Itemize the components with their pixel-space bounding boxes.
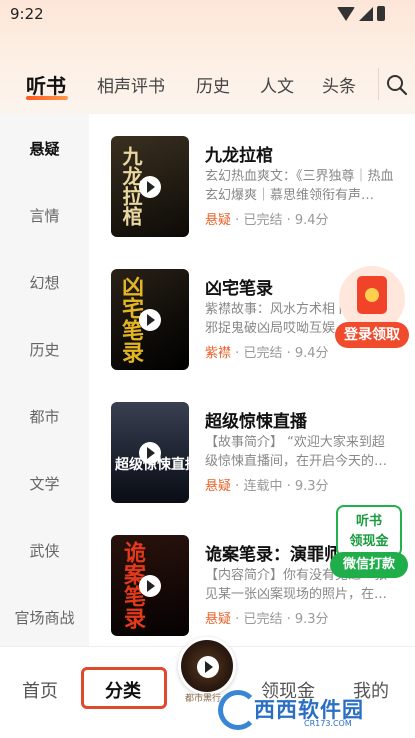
play-icon[interactable] [139, 309, 161, 331]
tab-history[interactable]: 历史 [196, 72, 230, 97]
status-time: 9:22 [10, 5, 44, 23]
book-description: 玄幻热血爽文：《三界独尊｜热血玄幻爆爽｜慕思维领衔有声… [205, 169, 394, 203]
book-tag: 悬疑 [205, 479, 232, 494]
book-status: 已完结 [243, 213, 283, 228]
book-score: 9.3分 [294, 479, 329, 494]
play-icon[interactable] [139, 575, 161, 597]
book-cover[interactable]: 超级惊悚直播 [111, 402, 189, 503]
book-cover[interactable]: 九龙拉棺 [111, 136, 189, 237]
book-meta: 悬疑 · 已完结 · 9.3分 [205, 612, 329, 627]
tab-listen[interactable]: 听书 [26, 70, 66, 99]
sidebar-item-fantasy[interactable]: 幻想 [0, 272, 89, 293]
book-title[interactable]: 诡案笔录：演罪师 [205, 540, 341, 565]
book-meta: 悬疑 · 已完结 · 9.4分 [205, 213, 329, 228]
login-reward-widget[interactable]: 登录领取 [335, 262, 409, 352]
active-tab-indicator [26, 96, 68, 100]
sidebar-item-officialdom[interactable]: 官场商战 [0, 607, 89, 628]
now-playing-disc[interactable] [178, 637, 236, 695]
book-status: 已完结 [243, 346, 283, 361]
book-title[interactable]: 凶宅笔录 [205, 274, 273, 299]
tab-headlines[interactable]: 头条 [322, 72, 356, 97]
book-score: 9.4分 [294, 213, 329, 228]
nav-home[interactable]: 首页 [22, 677, 58, 703]
battery-icon [377, 6, 385, 21]
book-status: 已完结 [243, 612, 283, 627]
book-cover[interactable]: 诡案笔录 [111, 535, 189, 636]
book-cover[interactable]: 凶宅笔录 [111, 269, 189, 370]
sidebar-item-history[interactable]: 历史 [0, 339, 89, 360]
status-bar: 9:22 [0, 0, 415, 30]
site-watermark: 西西软件园 CR173.COM [218, 690, 396, 730]
tabs-divider [378, 68, 379, 100]
signal-icon [359, 6, 373, 21]
book-score: 9.3分 [294, 612, 329, 627]
book-status: 连载中 [243, 479, 283, 494]
sidebar-item-romance[interactable]: 言情 [0, 205, 89, 226]
list-item[interactable]: 九龙拉棺 九龙拉棺 玄幻热血爽文：《三界独尊｜热血玄幻爆爽｜慕思维领衔有声… 悬… [89, 136, 415, 256]
wechat-cash-widget[interactable]: 听书 领现金 微信打款 [330, 505, 408, 580]
genre-sidebar: 悬疑 言情 幻想 历史 都市 文学 武侠 官场商战 [0, 114, 89, 646]
login-claim-button[interactable]: 登录领取 [335, 322, 409, 348]
list-item[interactable]: 超级惊悚直播 超级惊悚直播 【故事简介】 “欢迎大家来到超级惊悚直播间，在开启今… [89, 402, 415, 522]
book-description: 【故事简介】 “欢迎大家来到超级惊悚直播间，在开启今天的… [205, 435, 388, 469]
wechat-payout-button[interactable]: 微信打款 [330, 552, 408, 578]
play-icon[interactable] [197, 656, 219, 678]
tab-humanities[interactable]: 人文 [260, 72, 294, 97]
listen-cash-card[interactable]: 听书 领现金 [336, 505, 402, 557]
sidebar-item-urban[interactable]: 都市 [0, 406, 89, 427]
search-icon[interactable] [386, 74, 408, 96]
category-tabs: 听书 相声评书 历史 人文 头条 [0, 62, 415, 108]
now-playing-label: 都市黑行 [185, 694, 222, 704]
book-meta: 悬疑 · 连载中 · 9.3分 [205, 479, 329, 494]
watermark-subtext: CR173.COM [304, 719, 352, 728]
book-tag: 悬疑 [205, 213, 232, 228]
sidebar-item-literature[interactable]: 文学 [0, 473, 89, 494]
wifi-icon [337, 6, 355, 21]
book-tag: 紫襟 [205, 346, 232, 361]
tab-crosstalk[interactable]: 相声评书 [97, 72, 165, 97]
book-tag: 悬疑 [205, 612, 232, 627]
play-icon[interactable] [139, 442, 161, 464]
sidebar-item-wuxia[interactable]: 武侠 [0, 540, 89, 561]
book-title[interactable]: 超级惊悚直播 [205, 407, 307, 432]
status-icons [337, 6, 385, 21]
sidebar-item-suspense[interactable]: 悬疑 [0, 138, 89, 159]
play-icon[interactable] [139, 176, 161, 198]
red-envelope-icon [357, 276, 387, 314]
book-meta: 紫襟 · 已完结 · 9.4分 [205, 346, 329, 361]
nav-category[interactable]: 分类 [105, 677, 141, 703]
book-title[interactable]: 九龙拉棺 [205, 141, 273, 166]
watermark-logo-icon [218, 690, 258, 730]
book-score: 9.4分 [294, 346, 329, 361]
